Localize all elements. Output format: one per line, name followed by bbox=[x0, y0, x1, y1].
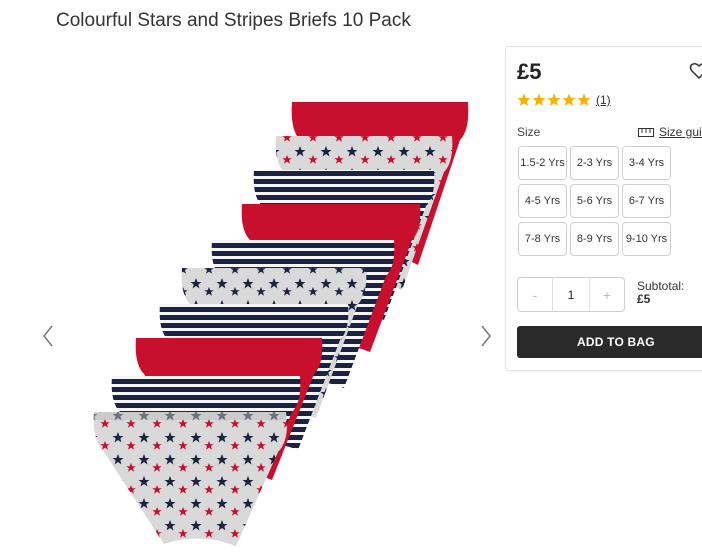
star-icon bbox=[532, 93, 546, 106]
quantity-input[interactable]: 1 bbox=[552, 278, 590, 311]
star-icon bbox=[517, 93, 531, 106]
size-option[interactable]: 3-4 Yrs bbox=[622, 146, 671, 180]
size-guide-label: Size guide bbox=[659, 125, 702, 139]
star-icon bbox=[577, 93, 591, 106]
product-image bbox=[93, 102, 469, 546]
quantity-stepper: - 1 + bbox=[517, 277, 625, 312]
size-option[interactable]: 4-5 Yrs bbox=[518, 184, 567, 218]
star-icon bbox=[562, 93, 576, 106]
size-guide-link[interactable]: Size guide bbox=[638, 125, 702, 139]
quantity-decrease-button[interactable]: - bbox=[518, 278, 552, 311]
size-options: 1.5-2 Yrs 2-3 Yrs 3-4 Yrs 4-5 Yrs 5-6 Yr… bbox=[518, 146, 671, 256]
size-option[interactable]: 5-6 Yrs bbox=[570, 184, 619, 218]
size-label: Size bbox=[517, 125, 541, 139]
size-option[interactable]: 2-3 Yrs bbox=[570, 146, 619, 180]
rating-stars: (1) bbox=[517, 93, 611, 107]
purchase-panel: £5 (1) Size Size guide 1.5-2 Yrs 2-3 Yrs… bbox=[505, 46, 702, 371]
heart-icon[interactable] bbox=[689, 61, 702, 81]
add-to-bag-button[interactable]: ADD TO BAG bbox=[517, 326, 702, 358]
price: £5 bbox=[517, 59, 542, 84]
subtotal-value: £5 bbox=[637, 292, 651, 306]
product-title: Colourful Stars and Stripes Briefs 10 Pa… bbox=[56, 10, 411, 31]
size-option[interactable]: 1.5-2 Yrs bbox=[518, 146, 567, 180]
size-option[interactable]: 6-7 Yrs bbox=[622, 184, 671, 218]
star-icon bbox=[547, 93, 561, 106]
subtotal-label: Subtotal: bbox=[637, 279, 685, 293]
subtotal: Subtotal: £5 bbox=[637, 280, 684, 306]
product-image-carousel bbox=[30, 90, 508, 558]
review-count-link[interactable]: (1) bbox=[596, 93, 611, 107]
size-option[interactable]: 8-9 Yrs bbox=[570, 222, 619, 256]
chevron-left-icon[interactable] bbox=[38, 322, 58, 350]
ruler-icon bbox=[638, 127, 654, 137]
size-option[interactable]: 7-8 Yrs bbox=[518, 222, 567, 256]
size-option[interactable]: 9-10 Yrs bbox=[622, 222, 671, 256]
quantity-increase-button[interactable]: + bbox=[590, 278, 624, 311]
